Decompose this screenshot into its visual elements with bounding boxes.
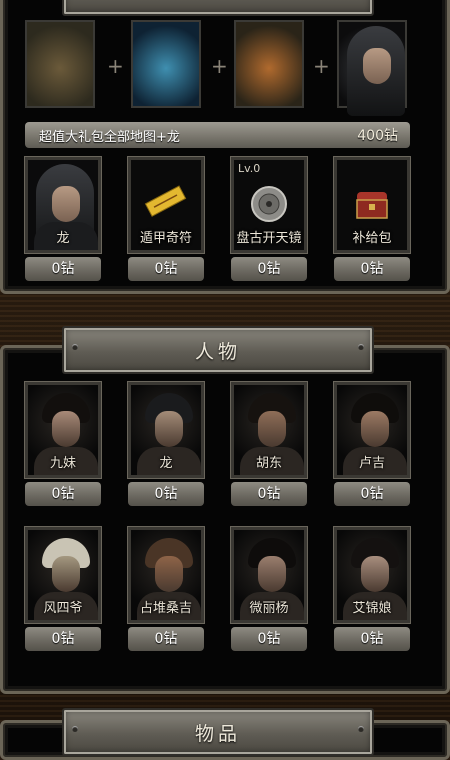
top-title-plate	[62, 0, 374, 16]
jiumei-portrait-icon: 九妹	[24, 381, 102, 479]
plus-icon: +	[107, 54, 124, 78]
character-card[interactable]: 九妹 0钻	[24, 381, 102, 506]
bundle-price: 400钻	[357, 128, 398, 144]
hudong-portrait-icon: 胡东	[230, 381, 308, 479]
plus-icon: +	[313, 54, 330, 78]
plus-icon: +	[211, 54, 228, 78]
price-button[interactable]: 0钻	[334, 257, 410, 281]
shop-item-talisman[interactable]: 遁甲奇符 0钻	[127, 156, 205, 281]
weiliyang-portrait-icon: 微丽杨	[230, 526, 308, 624]
price-button[interactable]: 0钻	[334, 627, 410, 651]
bundle-buy-bar[interactable]: 超值大礼包全部地图+龙 400钻	[25, 122, 410, 148]
zhandui-portrait-icon: 占堆桑吉	[127, 526, 205, 624]
items-title: 物品	[62, 708, 374, 756]
luji-portrait-icon: 卢吉	[333, 381, 411, 479]
character-name: 占堆桑吉	[139, 601, 192, 616]
price-button[interactable]: 0钻	[25, 482, 101, 506]
jungle-temple-map-icon[interactable]	[234, 20, 304, 108]
character-card[interactable]: 胡东 0钻	[230, 381, 308, 506]
character-card[interactable]: 风四爷 0钻	[24, 526, 102, 651]
shop-item-supply[interactable]: 补给包 0钻	[333, 156, 411, 281]
item-name: 盘古开天镜	[236, 231, 302, 246]
price-button[interactable]: 0钻	[25, 627, 101, 651]
character-name: 微丽杨	[249, 601, 289, 616]
shop-item-mirror[interactable]: Lv.0 盘古开天镜 0钻	[230, 156, 308, 281]
price-button[interactable]: 0钻	[25, 257, 101, 281]
item-name: 补给包	[352, 231, 392, 246]
bundle-map-row: + + +	[25, 20, 415, 116]
item-name: 龙	[56, 231, 70, 246]
character-name: 九妹	[49, 456, 76, 471]
shop-item-long[interactable]: 龙 0钻	[24, 156, 102, 281]
character-name: 艾锦娘	[352, 601, 392, 616]
bronze-mirror-icon: Lv.0 盘古开天镜	[230, 156, 308, 254]
character-name: 卢吉	[358, 456, 385, 471]
character-card[interactable]: 微丽杨 0钻	[230, 526, 308, 651]
treasure-chest-icon: 补给包	[333, 156, 411, 254]
item-name: 遁甲奇符	[139, 231, 192, 246]
long-portrait-icon: 龙	[127, 381, 205, 479]
price-button[interactable]: 0钻	[231, 257, 307, 281]
price-button[interactable]: 0钻	[128, 482, 204, 506]
character-name: 龙	[159, 456, 173, 471]
hooded-man-portrait-icon: 龙	[24, 156, 102, 254]
aijinniang-portrait-icon: 艾锦娘	[333, 526, 411, 624]
ruined-city-map-icon[interactable]	[25, 20, 95, 108]
character-card[interactable]: 卢吉 0钻	[333, 381, 411, 506]
character-name: 胡东	[255, 456, 282, 471]
character-card[interactable]: 龙 0钻	[127, 381, 205, 506]
price-button[interactable]: 0钻	[128, 627, 204, 651]
character-card[interactable]: 占堆桑吉 0钻	[127, 526, 205, 651]
price-button[interactable]: 0钻	[231, 482, 307, 506]
characters-title: 人物	[62, 326, 374, 374]
price-button[interactable]: 0钻	[334, 482, 410, 506]
bundle-label: 超值大礼包全部地图+龙	[39, 129, 180, 145]
hooded-dragon-portrait-icon[interactable]	[337, 20, 407, 116]
talisman-icon: 遁甲奇符	[127, 156, 205, 254]
character-card[interactable]: 艾锦娘 0钻	[333, 526, 411, 651]
price-button[interactable]: 0钻	[128, 257, 204, 281]
fengsiye-portrait-icon: 风四爷	[24, 526, 102, 624]
character-name: 风四爷	[43, 601, 83, 616]
underground-lake-map-icon[interactable]	[131, 20, 201, 108]
price-button[interactable]: 0钻	[231, 627, 307, 651]
